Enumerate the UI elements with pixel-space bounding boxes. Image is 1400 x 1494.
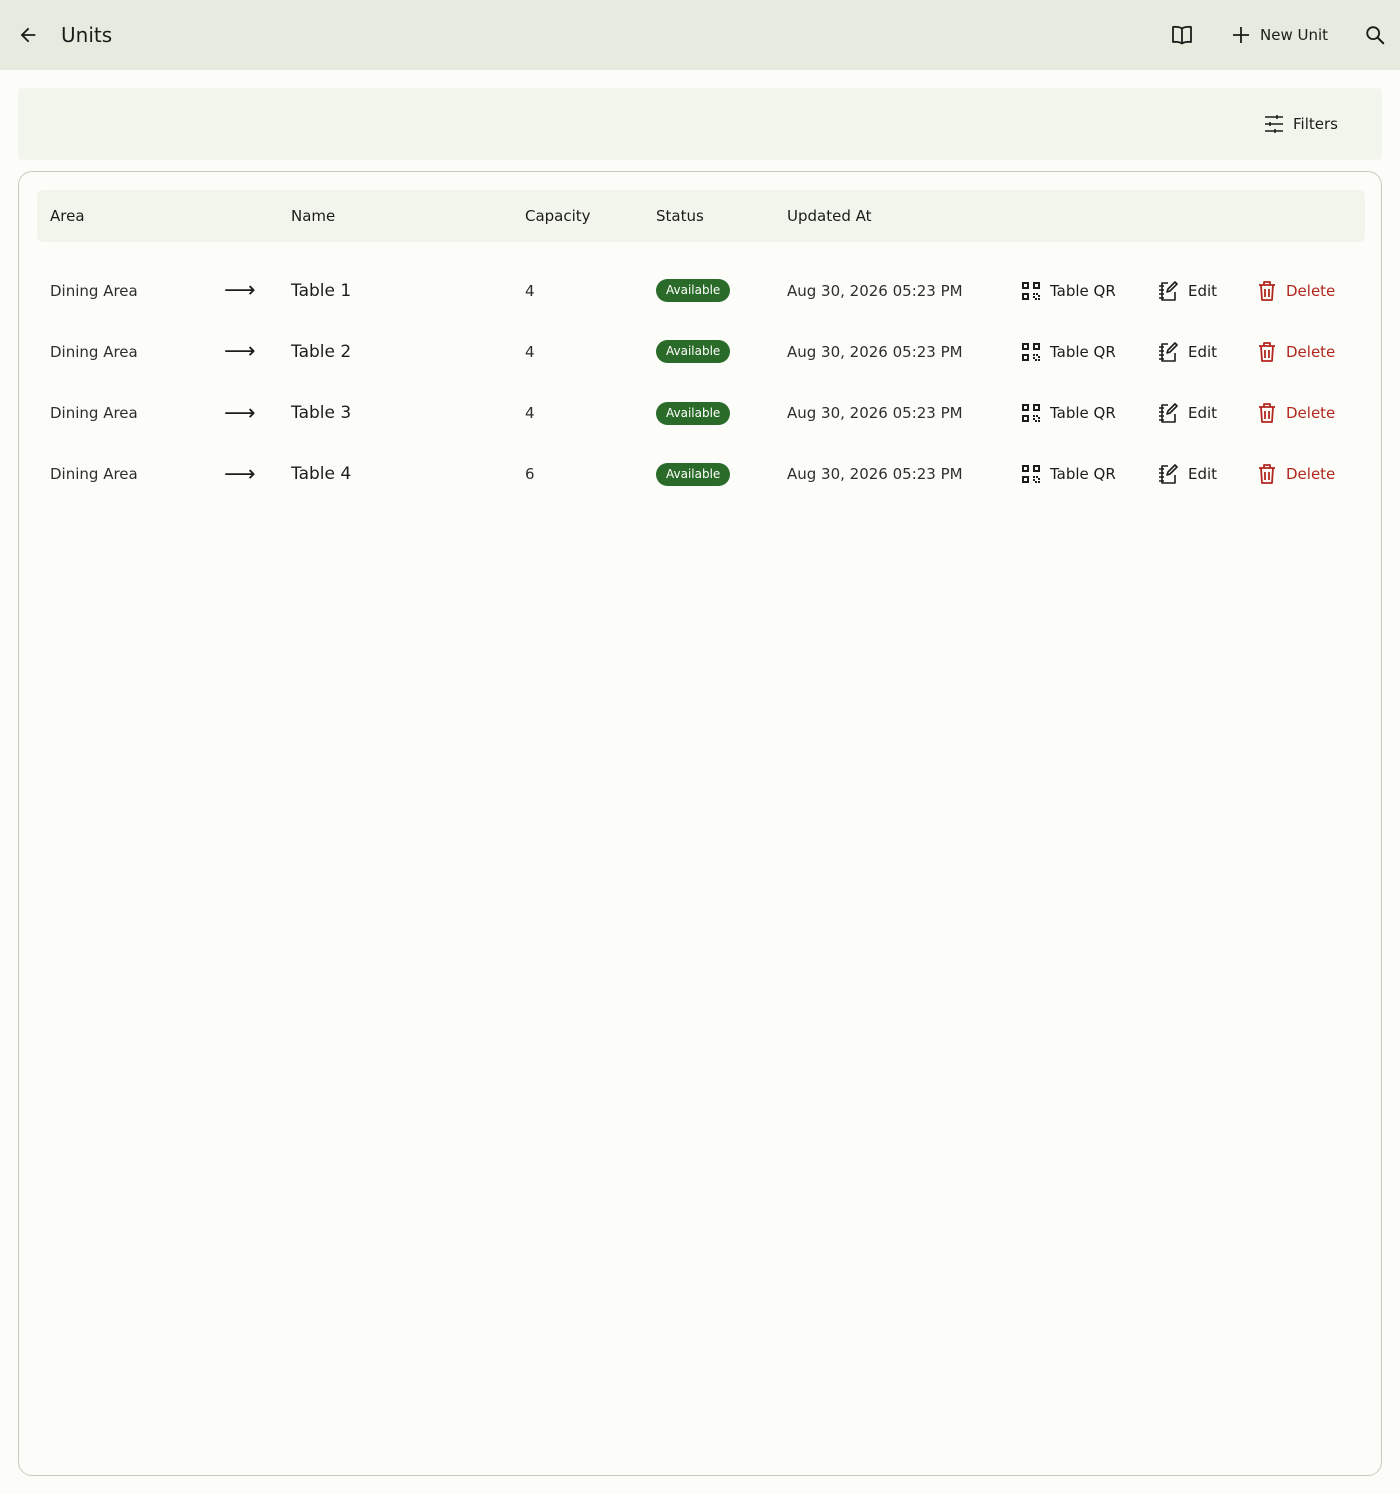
updated-at-cell: Aug 30, 2026 05:23 PM	[787, 465, 963, 484]
trash-icon	[1259, 280, 1275, 301]
delete-button[interactable]: Delete	[1257, 444, 1335, 505]
new-unit-button[interactable]: New Unit	[1224, 18, 1336, 52]
table-qr-label: Table QR	[1050, 404, 1116, 423]
arrow-right-icon: ⟶	[224, 461, 256, 487]
filter-bar: Filters	[18, 88, 1382, 160]
edit-note-icon	[1159, 280, 1178, 301]
edit-label: Edit	[1188, 342, 1218, 361]
capacity-cell: 6	[525, 465, 535, 484]
search-icon	[1366, 26, 1385, 45]
table-header: Area Name Capacity Status Updated At	[37, 190, 1365, 242]
column-header-status[interactable]: Status	[656, 190, 704, 242]
column-header-name[interactable]: Name	[291, 190, 335, 242]
area-cell: Dining Area	[50, 465, 138, 484]
table-qr-button[interactable]: Table QR	[1021, 321, 1116, 382]
capacity-cell: 4	[525, 281, 535, 300]
search-button[interactable]	[1358, 18, 1392, 52]
edit-button[interactable]: Edit	[1157, 444, 1217, 505]
tune-icon	[1265, 115, 1283, 133]
delete-label: Delete	[1286, 465, 1336, 484]
column-header-updated-at[interactable]: Updated At	[787, 190, 872, 242]
delete-label: Delete	[1286, 342, 1336, 361]
delete-label: Delete	[1286, 281, 1336, 300]
book-open-icon	[1172, 25, 1192, 45]
delete-label: Delete	[1286, 404, 1336, 423]
trash-icon	[1259, 403, 1275, 423]
edit-note-icon	[1159, 403, 1178, 423]
edit-label: Edit	[1188, 465, 1218, 484]
edit-note-icon	[1159, 464, 1178, 485]
name-cell: Table 3	[291, 403, 352, 424]
status-badge: Available	[656, 340, 731, 364]
name-cell: Table 2	[291, 341, 352, 362]
table-qr-button[interactable]: Table QR	[1021, 444, 1116, 505]
table-qr-label: Table QR	[1050, 281, 1116, 300]
status-badge: Available	[656, 462, 731, 486]
capacity-cell: 4	[525, 342, 535, 361]
filters-button[interactable]: Filters	[1263, 110, 1338, 138]
arrow-right-icon: ⟶	[224, 278, 256, 303]
page-title: Units	[61, 23, 113, 47]
name-cell: Table 4	[291, 464, 352, 485]
filters-label: Filters	[1293, 115, 1338, 133]
edit-button[interactable]: Edit	[1157, 260, 1217, 321]
new-unit-label: New Unit	[1260, 26, 1329, 44]
qr-code-icon	[1022, 465, 1040, 484]
arrow-left-icon	[20, 27, 36, 43]
qr-code-icon	[1022, 342, 1040, 361]
back-button[interactable]	[14, 21, 42, 49]
table-row[interactable]: Dining Area ⟶ Table 1 4 Available Aug 30…	[19, 260, 1383, 321]
status-cell: Available	[656, 383, 731, 444]
status-cell: Available	[656, 444, 731, 505]
status-cell: Available	[656, 321, 731, 382]
area-cell: Dining Area	[50, 342, 138, 361]
qr-code-icon	[1022, 281, 1040, 300]
table-qr-label: Table QR	[1050, 465, 1116, 484]
edit-button[interactable]: Edit	[1157, 383, 1217, 444]
docs-button[interactable]	[1166, 20, 1198, 50]
table-qr-button[interactable]: Table QR	[1021, 260, 1116, 321]
area-cell: Dining Area	[50, 281, 138, 300]
updated-at-cell: Aug 30, 2026 05:23 PM	[787, 342, 963, 361]
delete-button[interactable]: Delete	[1257, 321, 1335, 382]
trash-icon	[1259, 341, 1275, 362]
table-row[interactable]: Dining Area ⟶ Table 2 4 Available Aug 30…	[19, 321, 1383, 382]
trash-icon	[1259, 464, 1275, 485]
name-cell: Table 1	[291, 280, 352, 301]
edit-label: Edit	[1188, 281, 1218, 300]
arrow-right-icon: ⟶	[224, 339, 256, 365]
table-qr-label: Table QR	[1050, 342, 1116, 361]
edit-note-icon	[1159, 341, 1178, 362]
table-row[interactable]: Dining Area ⟶ Table 3 4 Available Aug 30…	[19, 383, 1383, 444]
table-qr-button[interactable]: Table QR	[1021, 383, 1116, 444]
table-row[interactable]: Dining Area ⟶ Table 4 6 Available Aug 30…	[19, 444, 1383, 505]
column-header-area[interactable]: Area	[50, 190, 85, 242]
plus-icon	[1233, 27, 1249, 43]
edit-label: Edit	[1188, 404, 1218, 423]
updated-at-cell: Aug 30, 2026 05:23 PM	[787, 281, 963, 300]
status-cell: Available	[656, 260, 731, 321]
status-badge: Available	[656, 401, 731, 425]
qr-code-icon	[1022, 404, 1040, 423]
top-app-bar: Units New Unit	[0, 0, 1400, 70]
delete-button[interactable]: Delete	[1257, 260, 1335, 321]
arrow-right-icon: ⟶	[224, 400, 256, 426]
delete-button[interactable]: Delete	[1257, 383, 1335, 444]
status-badge: Available	[656, 279, 731, 302]
column-header-capacity[interactable]: Capacity	[525, 190, 591, 242]
updated-at-cell: Aug 30, 2026 05:23 PM	[787, 404, 963, 423]
capacity-cell: 4	[525, 404, 535, 423]
units-table: Area Name Capacity Status Updated At Din…	[18, 171, 1382, 1476]
area-cell: Dining Area	[50, 404, 138, 423]
edit-button[interactable]: Edit	[1157, 321, 1217, 382]
